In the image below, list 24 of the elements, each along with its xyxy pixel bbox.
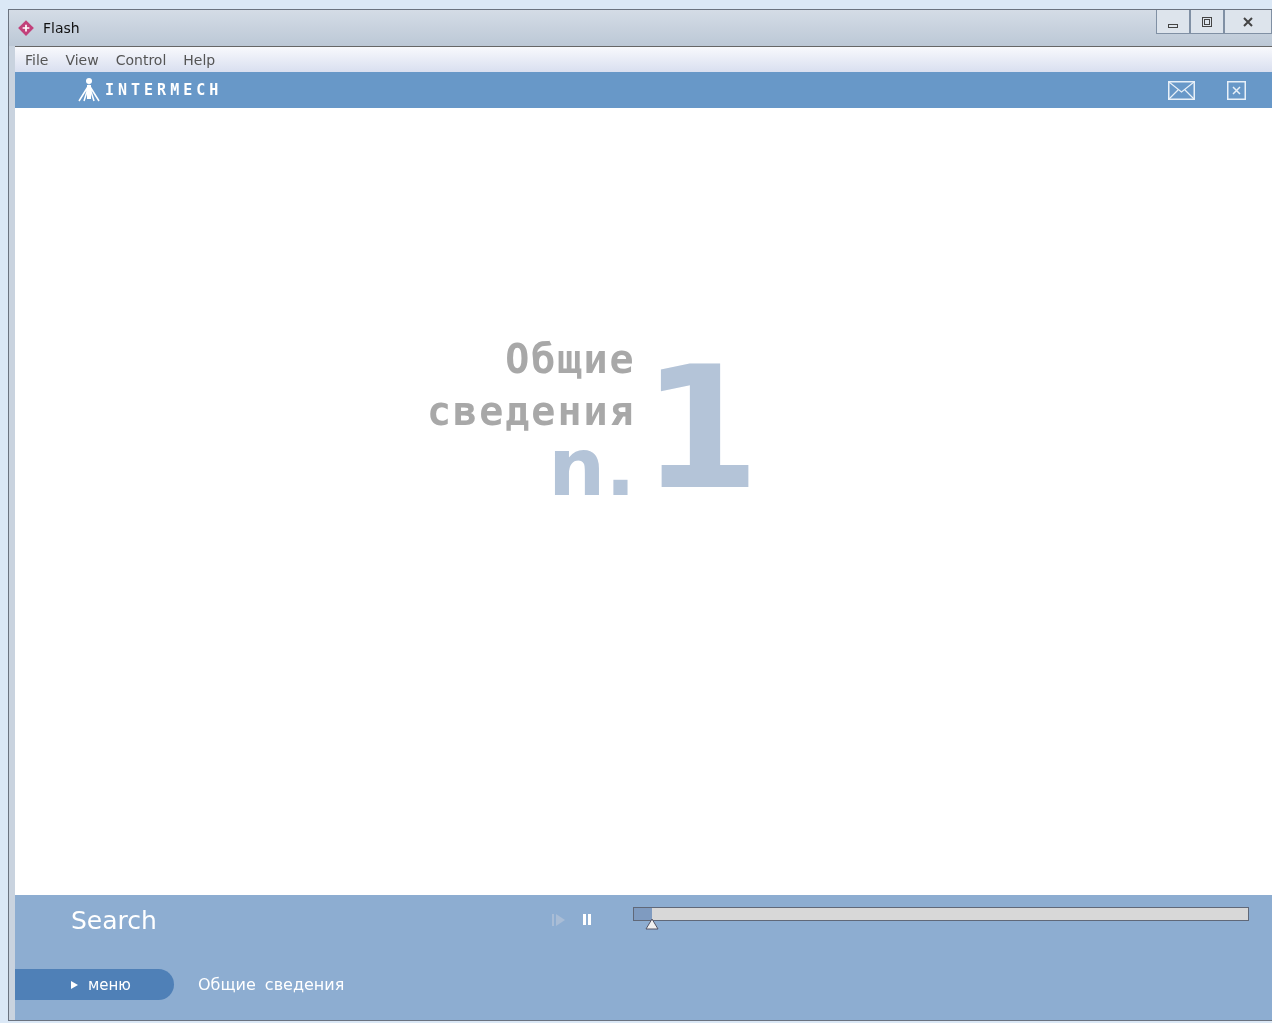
app-icon: [17, 19, 35, 37]
menu-item[interactable]: View: [65, 51, 99, 68]
close-icon[interactable]: [1227, 80, 1246, 100]
close-button[interactable]: [1224, 10, 1272, 34]
maximize-icon: [1201, 15, 1213, 28]
menu-button[interactable]: меню: [15, 969, 174, 1000]
close-icon: [1242, 15, 1254, 28]
minimize-icon: [1168, 23, 1178, 28]
play-icon: [71, 980, 78, 989]
maximize-button[interactable]: [1190, 10, 1224, 34]
slide-number: 1: [641, 353, 760, 503]
logo-icon: [77, 77, 101, 103]
slide-title: Общие: [505, 335, 636, 384]
minimize-button[interactable]: [1156, 10, 1190, 34]
menu-item[interactable]: Control: [115, 51, 167, 68]
slide-title: сведения: [427, 387, 636, 436]
progress-thumb[interactable]: [645, 918, 660, 930]
mail-icon[interactable]: [1168, 80, 1195, 100]
window-title: Flash: [43, 20, 80, 36]
logo-text: INTERMECH: [105, 81, 223, 99]
breadcrumb: Общие сведения: [198, 975, 345, 994]
slide-number-prefix: n.: [548, 433, 636, 503]
menu-item[interactable]: File: [25, 51, 49, 68]
menu-item[interactable]: Help: [183, 51, 216, 68]
